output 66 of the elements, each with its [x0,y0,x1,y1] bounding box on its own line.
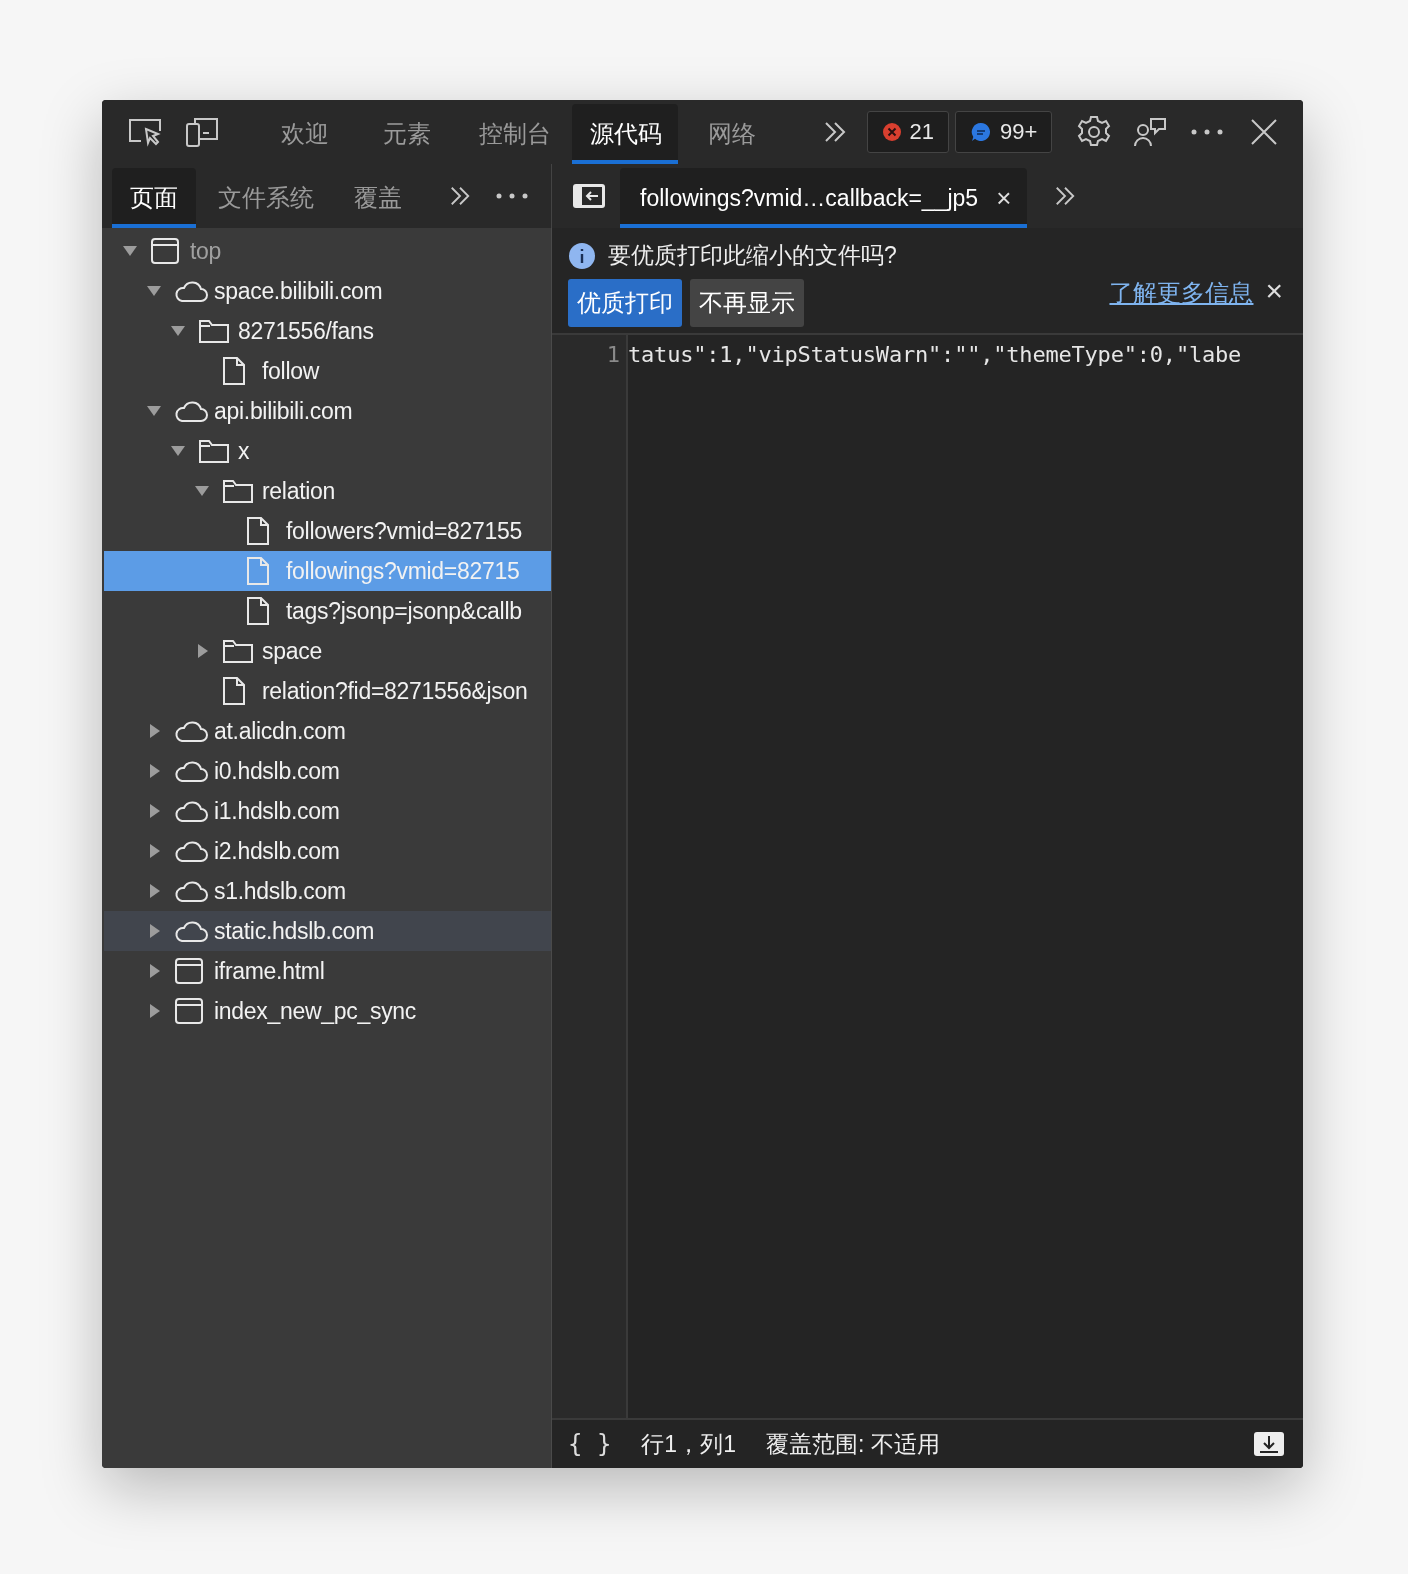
folder-icon [222,478,254,504]
frame-icon [150,237,180,265]
navigator-tab[interactable]: 覆盖 [336,168,420,228]
tree-item[interactable]: relation [104,471,551,511]
cloud-icon [174,799,208,823]
coverage-status: 覆盖范围: 不适用 [765,1429,940,1459]
tree-item[interactable]: i1.hdslb.com [104,791,551,831]
cloud-icon [174,399,208,423]
panel-tab[interactable]: 网络 [683,104,780,164]
file-icon [246,556,270,586]
primary-button[interactable]: 优质打印 [568,279,682,327]
tree-item[interactable]: iframe.html [104,951,551,991]
cursor-position: 行1，列1 [641,1429,736,1459]
file-icon [222,676,246,706]
navigator-tab[interactable]: 页面 [112,168,196,228]
close-tab-button[interactable]: × [992,182,1016,214]
error-count[interactable]: 21 [866,111,950,153]
tree-item[interactable]: api.bilibili.com [104,391,551,431]
file-tab-label[interactable]: followings?vmid…callback=__jp5 [640,184,979,212]
tree-item[interactable]: top [104,231,551,271]
infobar-message: 要优质打印此缩小的文件吗? [608,241,897,270]
navigator-tab[interactable]: 文件系统 [200,168,332,228]
error-icon [881,122,902,142]
message-icon [970,121,993,143]
pretty-print-button[interactable]: { } [568,1430,612,1458]
frame-icon [174,957,204,985]
tree-item[interactable]: s1.hdslb.com [104,871,551,911]
tree-item[interactable]: 8271556/fans [104,311,551,351]
folder-icon [198,438,230,464]
file-icon [246,596,270,626]
folder-icon [222,638,254,664]
file-tab[interactable]: followings?vmid…callback=__jp5 × [620,168,1028,228]
code-line: tatus":1,"vipStatusWarn":"","themeType":0,"labe [628,341,1243,369]
panel-tab[interactable]: 控制台 [460,104,567,164]
cloud-icon [174,919,208,943]
tree-item[interactable]: i2.hdslb.com [104,831,551,871]
tree-item[interactable]: relation?fid=8271556&json [104,671,551,711]
tree-item[interactable]: follow [104,351,551,391]
tree-item[interactable]: i0.hdslb.com [104,751,551,791]
tree-item[interactable]: static.hdslb.com [104,911,551,951]
tree-item[interactable]: space.bilibili.com [104,271,551,311]
cloud-icon [174,719,208,743]
tree-item[interactable]: space [104,631,551,671]
tree-item[interactable]: x [104,431,551,471]
info-icon [568,241,596,270]
tree-item[interactable]: tags?jsonp=jsonp&callb [104,591,551,631]
tree-item[interactable]: index_new_pc_sync [104,991,551,1031]
panel-tab[interactable]: 元素 [358,104,455,164]
close-button[interactable]: × [1261,274,1287,308]
cloud-icon [174,279,208,303]
line-number: 1 [605,341,621,369]
download-icon[interactable] [1253,1431,1285,1457]
learn-more-link[interactable]: 了解更多信息 [1109,277,1254,309]
tree-item[interactable]: followers?vmid=827155 [104,511,551,551]
tree-item[interactable]: at.alicdn.com [104,711,551,751]
file-icon [246,516,270,546]
cloud-icon [174,839,208,863]
cloud-icon [174,879,208,903]
message-count[interactable]: 99+ [955,111,1053,153]
frame-icon [174,997,204,1025]
secondary-button[interactable]: 不再显示 [690,279,804,327]
cloud-icon [174,759,208,783]
folder-icon [198,318,230,344]
file-icon [222,356,246,386]
panel-tab[interactable]: 欢迎 [256,104,353,164]
panel-tab[interactable]: 源代码 [572,104,678,164]
